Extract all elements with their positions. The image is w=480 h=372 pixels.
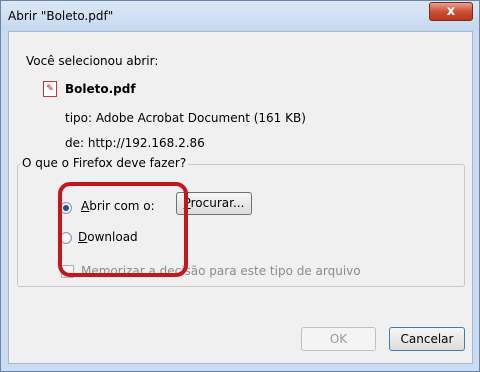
dialog-window: Abrir "Boleto.pdf" x Você selecionou abr…	[0, 0, 480, 372]
file-source-label: de:	[65, 136, 85, 150]
browse-text: rocurar...	[190, 196, 245, 210]
dialog-body: Você selecionou abrir: ✎ Boleto.pdf tipo…	[8, 31, 473, 364]
selected-label: Você selecionou abrir:	[26, 54, 159, 68]
close-icon: x	[446, 4, 456, 19]
file-type-line: tipo: Adobe Acrobat Document (161 KB)	[65, 111, 306, 125]
title-bar[interactable]: Abrir "Boleto.pdf" x	[1, 1, 479, 31]
file-row: ✎ Boleto.pdf	[43, 81, 136, 97]
file-source-value: http://192.168.2.86	[87, 136, 205, 150]
file-type-label: tipo:	[65, 111, 93, 125]
file-type-value: Adobe Acrobat Document (161 KB)	[95, 111, 306, 125]
file-source-line: de: http://192.168.2.86	[65, 136, 205, 150]
close-button[interactable]: x	[429, 2, 473, 21]
window-title: Abrir "Boleto.pdf"	[8, 9, 114, 23]
cancel-button[interactable]: Cancelar	[389, 327, 465, 351]
file-name: Boleto.pdf	[65, 82, 136, 96]
action-group-legend: O que o Firefox deve fazer?	[20, 156, 189, 170]
ok-button[interactable]: OK	[301, 327, 376, 351]
pdf-file-icon: ✎	[43, 81, 57, 97]
red-highlight-annotation	[58, 182, 188, 277]
